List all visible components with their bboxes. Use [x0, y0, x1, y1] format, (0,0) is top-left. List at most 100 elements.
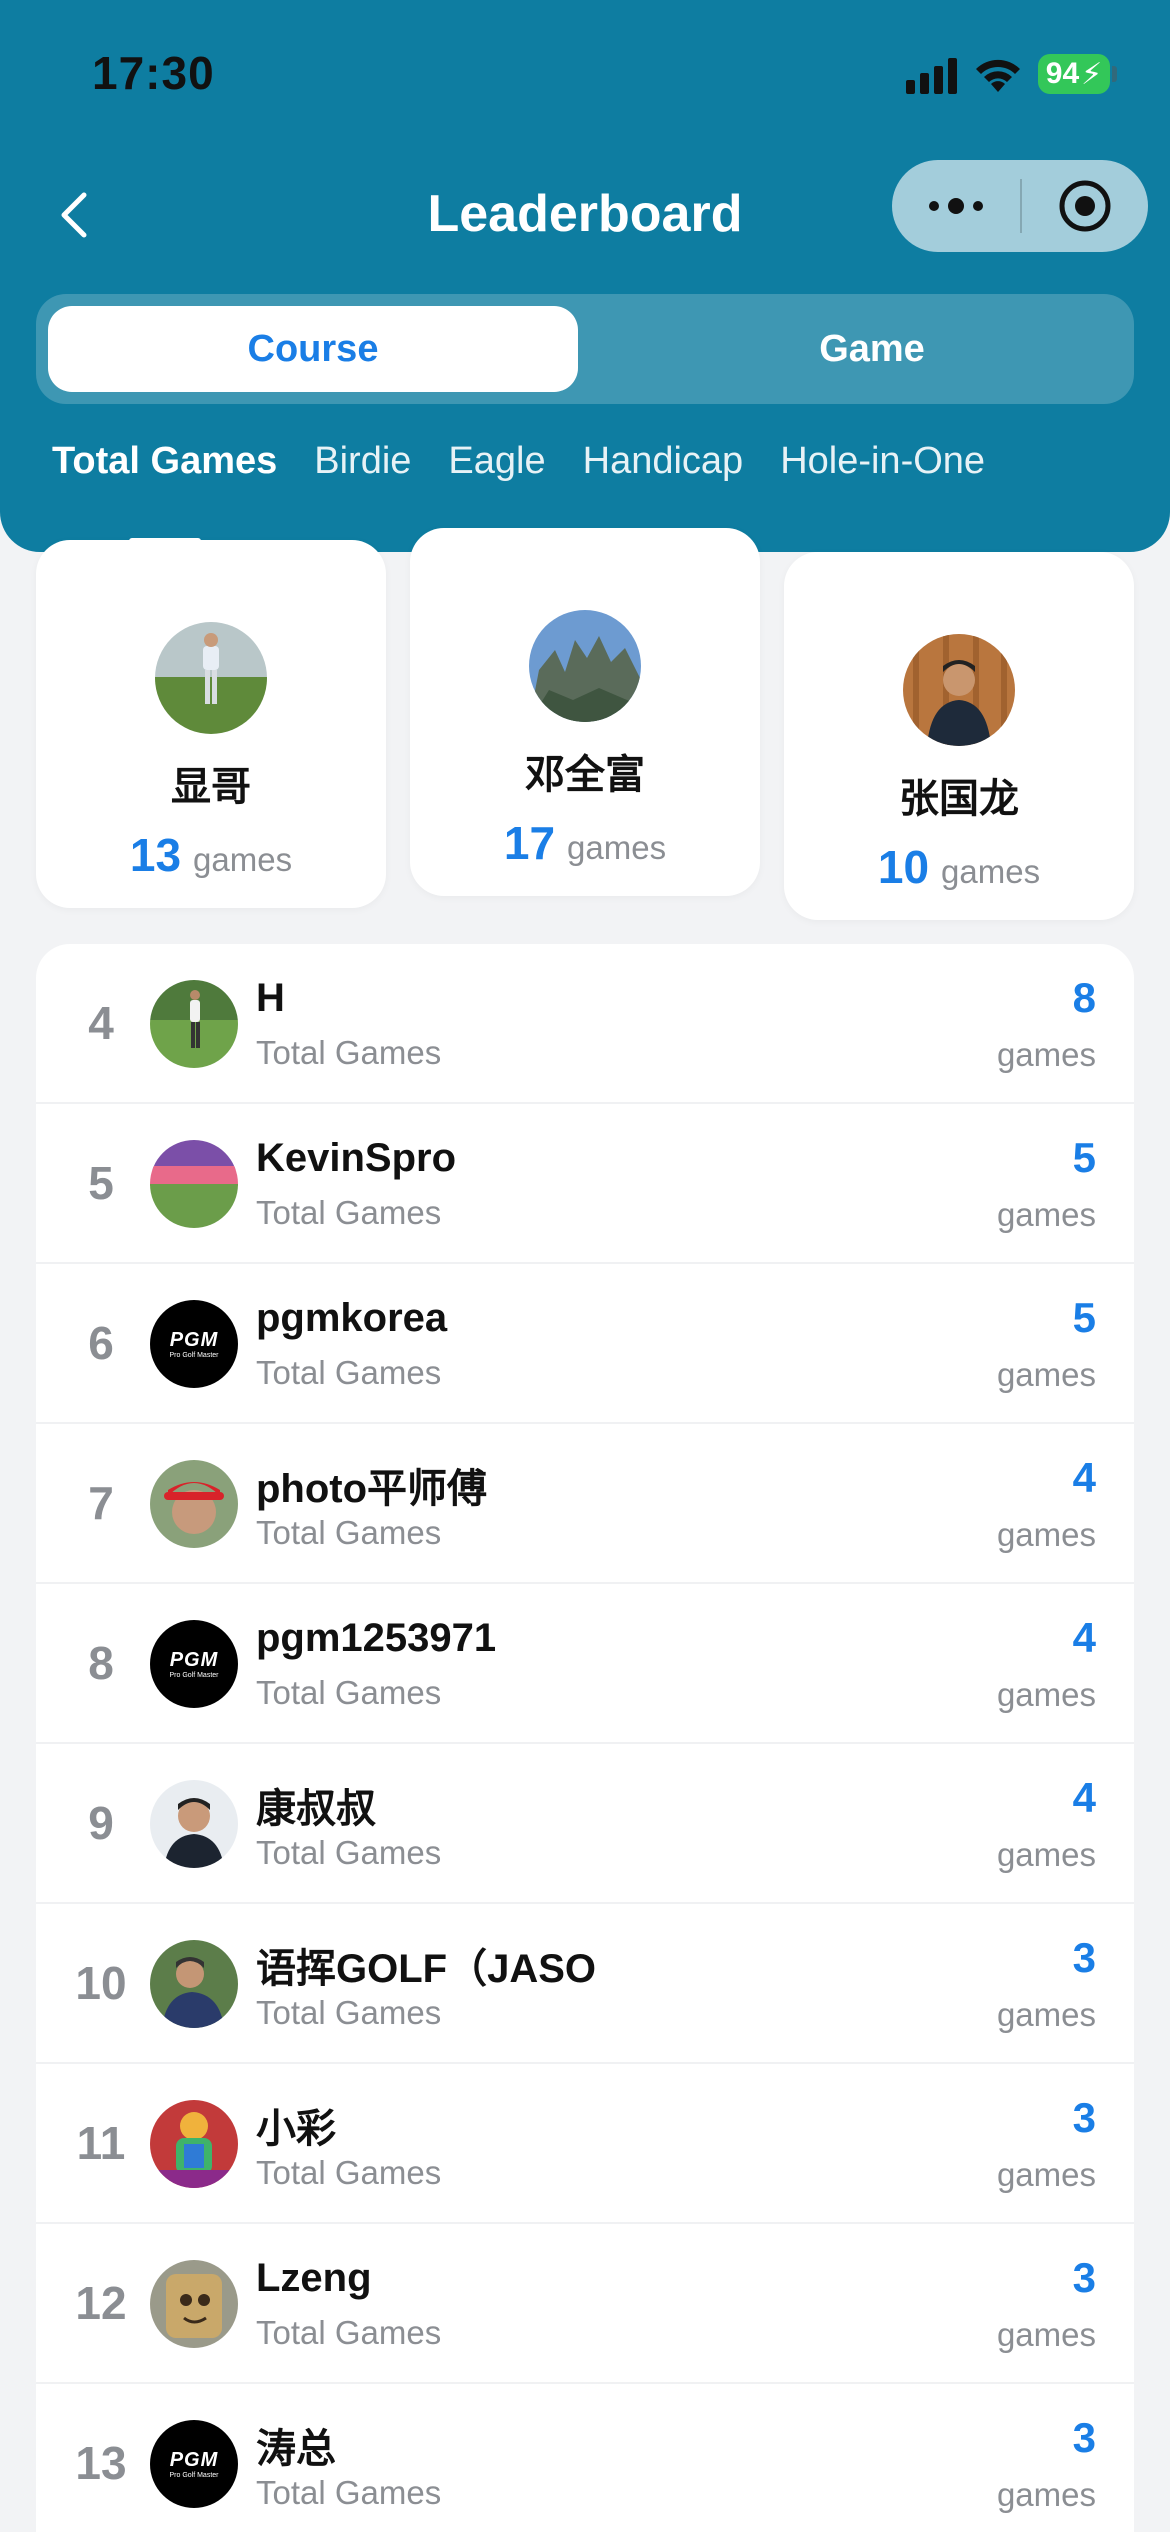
stat-unit: games	[996, 2316, 1096, 2353]
tab-birdie[interactable]: Birdie	[314, 440, 411, 510]
tab-handicap[interactable]: Handicap	[583, 440, 744, 510]
category-tabs: Total Games Birdie Eagle Handicap Hole-i…	[52, 440, 1022, 510]
stat-unit: games	[996, 1836, 1096, 1873]
podium-count: 10 games	[878, 840, 1040, 894]
stat-label: Total Games	[256, 1994, 442, 2031]
header: 17:30 94 ⚡ Leaderboard Course Game Total…	[0, 0, 1170, 552]
list-item[interactable]: 9 康叔叔 Total Games 4 games	[36, 1744, 1134, 1904]
status-bar: 17:30 94 ⚡	[0, 0, 1170, 140]
segment-course[interactable]: Course	[48, 306, 578, 392]
podium-card-first[interactable]: 邓全富 17 games	[410, 528, 760, 896]
list-item[interactable]: 4 H Total Games 8 games	[36, 944, 1134, 1104]
rank-number: 11	[76, 2117, 126, 2169]
close-miniprogram-button[interactable]	[1022, 160, 1148, 252]
podium-count-unit: games	[193, 841, 293, 878]
stat-label: Total Games	[256, 2474, 442, 2511]
list-item[interactable]: 8 PGM Pro Golf Master pgm1253971 Total G…	[36, 1584, 1134, 1744]
list-item[interactable]: 7 photo平师傅 Total Games 4 games	[36, 1424, 1134, 1584]
stat-unit: games	[996, 1996, 1096, 2033]
stat-unit: games	[996, 1676, 1096, 1713]
player-name: 语挥GOLF（JASO	[256, 1947, 597, 1991]
stat-value: 3	[1072, 2414, 1096, 2461]
stat-label: Total Games	[256, 1194, 442, 1231]
player-name: pgmkorea	[256, 1296, 448, 1340]
rank-number: 4	[88, 997, 114, 1049]
podium-count-value: 13	[129, 829, 182, 881]
rank-number: 8	[88, 1637, 114, 1689]
stat-value: 3	[1072, 2254, 1096, 2301]
stat-value: 5	[1072, 1294, 1096, 1341]
list-item[interactable]: 13 PGM Pro Golf Master 涛总 Total Games 3 …	[36, 2384, 1134, 2532]
avatar	[150, 2260, 238, 2348]
pgm-logo-text: PGM	[169, 1329, 219, 1351]
player-name: 康叔叔	[256, 1787, 376, 1831]
pgm-logo-subtext: Pro Golf Master	[169, 2472, 219, 2479]
avatar	[150, 1940, 238, 2028]
stat-value: 8	[1072, 974, 1096, 1021]
mini-program-capsule	[892, 160, 1148, 252]
rank-number: 13	[75, 2437, 127, 2489]
segment-game[interactable]: Game	[622, 306, 1122, 392]
rank-number: 10	[75, 1957, 127, 2009]
podium-card-second[interactable]: 显哥 13 games	[36, 540, 386, 908]
player-name: pgm1253971	[256, 1616, 497, 1660]
player-name: 小彩	[256, 2107, 336, 2151]
podium-card-third[interactable]: 张国龙 10 games	[784, 552, 1134, 920]
pgm-logo-subtext: Pro Golf Master	[169, 1352, 219, 1359]
list-item[interactable]: 12 Lzeng Total Games 3 games	[36, 2224, 1134, 2384]
tab-hole-in-one[interactable]: Hole-in-One	[780, 440, 985, 510]
list-item[interactable]: 5 KevinSpro Total Games 5 games	[36, 1104, 1134, 1264]
list-item[interactable]: 11 小彩 Total Games 3 games	[36, 2064, 1134, 2224]
battery-tip	[1112, 66, 1117, 82]
player-name: Lzeng	[256, 2256, 372, 2300]
player-name: KevinSpro	[256, 1136, 457, 1180]
avatar	[150, 1780, 238, 1868]
stat-unit: games	[996, 1516, 1096, 1553]
podium-count-value: 17	[503, 817, 556, 869]
podium-count-value: 10	[877, 841, 930, 893]
tab-eagle[interactable]: Eagle	[448, 440, 545, 510]
stat-value: 3	[1072, 1934, 1096, 1981]
stat-unit: games	[996, 1356, 1096, 1393]
podium-name: 显哥	[171, 765, 251, 809]
stat-label: Total Games	[256, 1354, 442, 1391]
pgm-logo-avatar: PGM Pro Golf Master	[150, 1300, 238, 1388]
stat-unit: games	[996, 2476, 1096, 2513]
podium-count: 13 games	[130, 828, 292, 882]
pgm-logo-text: PGM	[169, 1649, 219, 1671]
stat-value: 4	[1072, 1614, 1096, 1661]
list-item[interactable]: 6 PGM Pro Golf Master pgmkorea Total Gam…	[36, 1264, 1134, 1424]
stat-label: Total Games	[256, 1034, 442, 1071]
stat-value: 5	[1072, 1134, 1096, 1181]
stat-value: 4	[1072, 1454, 1096, 1501]
leaderboard-list: 4 H Total Games 8 games 5 KevinSpro Tota…	[36, 944, 1134, 2532]
cellular-signal-icon	[906, 58, 957, 94]
pgm-logo-avatar: PGM Pro Golf Master	[150, 2420, 238, 2508]
target-circle-icon	[1059, 180, 1111, 232]
stat-label: Total Games	[256, 1514, 442, 1551]
status-time: 17:30	[92, 47, 215, 99]
avatar	[150, 2100, 238, 2188]
player-name: H	[256, 976, 285, 1020]
podium-count-unit: games	[567, 829, 667, 866]
podium-name: 邓全富	[525, 753, 645, 797]
stat-label: Total Games	[256, 1674, 442, 1711]
podium-count: 17 games	[504, 816, 666, 870]
avatar	[150, 1140, 238, 1228]
rank-number: 7	[88, 1477, 114, 1529]
stat-unit: games	[996, 1196, 1096, 1233]
pgm-logo-subtext: Pro Golf Master	[169, 1672, 219, 1679]
stat-label: Total Games	[256, 1834, 442, 1871]
tab-total-games[interactable]: Total Games	[52, 440, 277, 510]
rank-number: 6	[88, 1317, 114, 1369]
stat-label: Total Games	[256, 2314, 442, 2351]
rank-number: 12	[75, 2277, 127, 2329]
wifi-icon	[976, 59, 1020, 92]
list-item[interactable]: 10 语挥GOLF（JASO Total Games 3 games	[36, 1904, 1134, 2064]
avatar	[529, 610, 641, 722]
rank-number: 5	[88, 1157, 114, 1209]
charging-bolt-icon: ⚡	[1081, 57, 1103, 91]
player-name: photo平师傅	[256, 1467, 488, 1511]
stat-value: 3	[1072, 2094, 1096, 2141]
more-button[interactable]	[892, 160, 1020, 252]
